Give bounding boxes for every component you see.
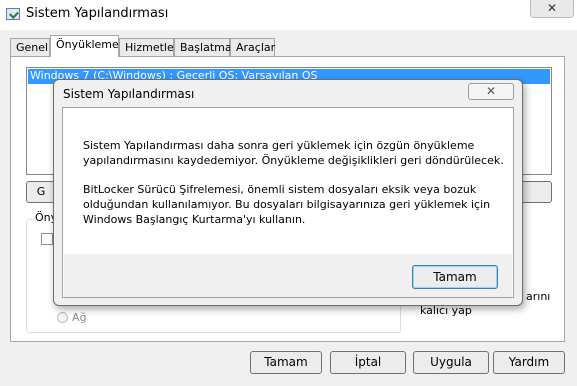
dialog-close-button[interactable]: ✕ bbox=[468, 83, 514, 100]
ok-button[interactable]: Tamam bbox=[250, 351, 322, 374]
settings-text-fragment: arını bbox=[526, 290, 551, 303]
tab-services[interactable]: Hizmetler bbox=[119, 38, 178, 56]
tab-startup[interactable]: Başlatma bbox=[174, 38, 232, 56]
window-title: Sistem Yapılandırması bbox=[26, 6, 169, 21]
safe-boot-checkbox[interactable] bbox=[41, 233, 53, 245]
help-button[interactable]: Yardım bbox=[493, 351, 565, 374]
timeout-button[interactable] bbox=[520, 181, 552, 203]
title-bar: Sistem Yapılandırması ✕ bbox=[0, 0, 577, 30]
network-radio-label: Ağ bbox=[72, 311, 87, 324]
dialog-message-line: olduğundan kullanılamıyor. Bu dosyaları … bbox=[83, 198, 491, 211]
dialog-title: Sistem Yapılandırması bbox=[63, 87, 195, 101]
network-radio[interactable] bbox=[57, 312, 68, 323]
tab-boot[interactable]: Önyükleme bbox=[50, 35, 119, 57]
tab-general[interactable]: Genel bbox=[10, 38, 50, 56]
dialog-message-line: Windows Başlangıç Kurtarma'yı kullanın. bbox=[83, 213, 306, 226]
cancel-button[interactable]: İptal bbox=[330, 351, 406, 374]
advanced-options-button[interactable]: G bbox=[26, 181, 56, 203]
window-close-button[interactable]: ✕ bbox=[530, 0, 574, 18]
apply-button[interactable]: Uygula bbox=[413, 351, 489, 374]
dialog-message-line: BitLocker Sürücü Şifrelemesi, önemli sis… bbox=[83, 183, 477, 196]
tab-tools[interactable]: Araçlar bbox=[230, 38, 275, 56]
msconfig-icon bbox=[6, 8, 20, 20]
error-dialog: Sistem Yapılandırması ✕ Sistem Yapılandı… bbox=[53, 79, 523, 306]
dialog-message-line: yapılandırmasını kaydedemiyor. Önyükleme… bbox=[83, 154, 504, 167]
dialog-ok-button[interactable]: Tamam bbox=[412, 265, 498, 289]
dialog-message-line: Sistem Yapılandırması daha sonra geri yü… bbox=[83, 139, 475, 152]
